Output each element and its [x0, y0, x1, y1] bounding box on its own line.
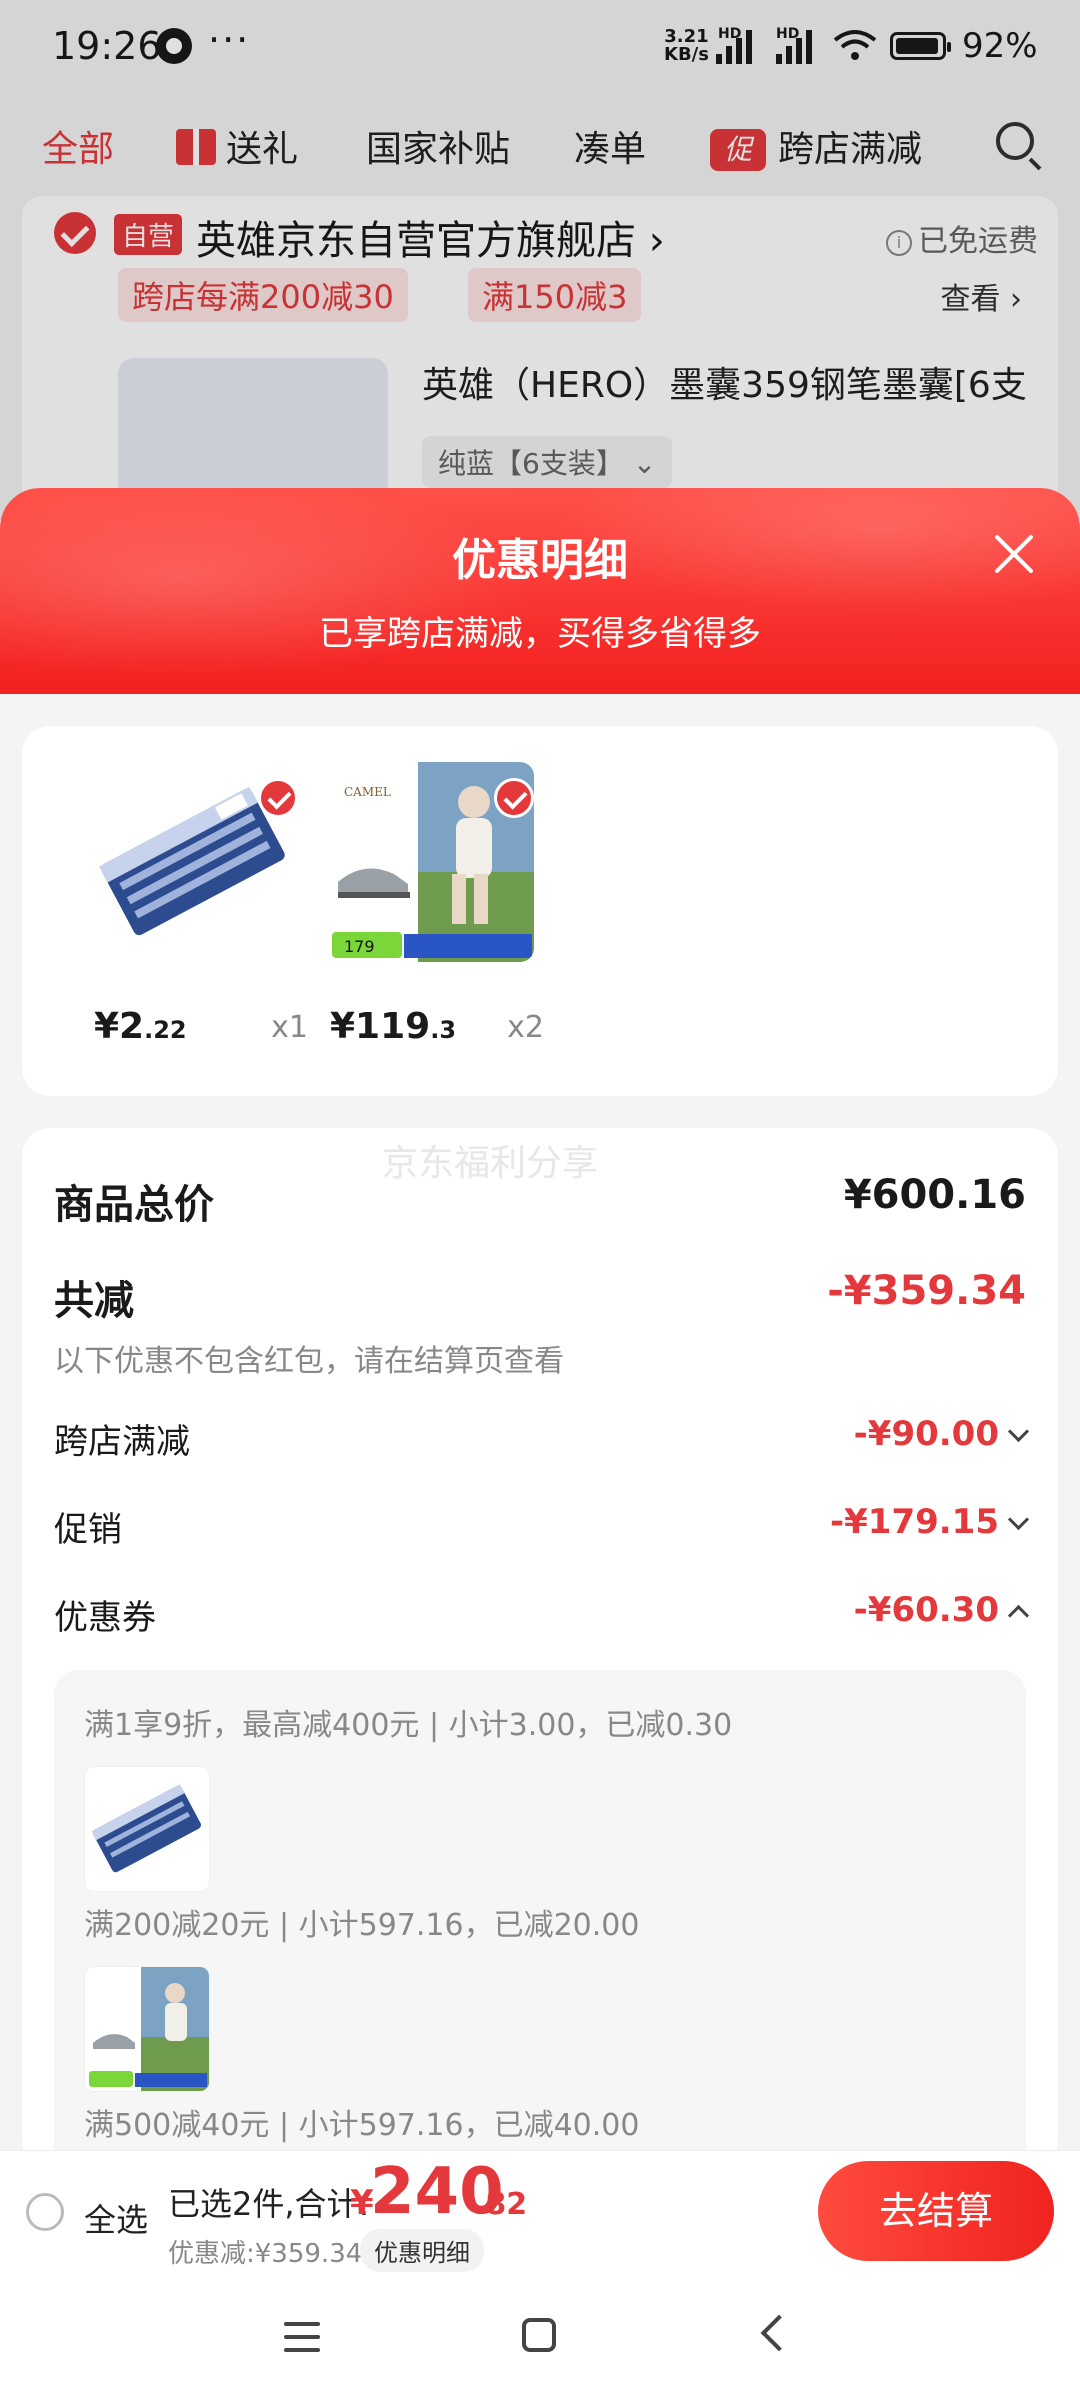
home-icon[interactable] — [522, 2318, 556, 2352]
selected-count-text: 已选2件,合计: — [168, 2185, 370, 2223]
discount-detail-button[interactable]: 优惠明细 — [360, 2229, 484, 2272]
select-all-label[interactable]: 全选 — [84, 2195, 148, 2241]
coupon-detail-box: 满1享9折，最高减400元 | 小计3.00，已减0.30 满200减20元 |… — [54, 1670, 1026, 2190]
store-name[interactable]: 英雄京东自营官方旗舰店 › — [196, 208, 665, 266]
selected-item[interactable]: ¥2.22 x1 — [88, 762, 308, 1062]
total-reduce-label: 共减 — [54, 1278, 134, 1324]
tab-cross-store[interactable]: 促跨店满减 — [710, 120, 922, 172]
app-notification-icon — [156, 28, 192, 64]
discount-amount-text: 优惠减:¥359.34 — [168, 2239, 363, 2269]
signal-icon-2 — [776, 30, 812, 64]
select-all-radio[interactable] — [26, 2193, 64, 2231]
tab-subsidy[interactable]: 国家补贴 — [366, 120, 510, 172]
item-image-brand: CAMEL — [344, 785, 391, 799]
discount-row-value: -¥90.00 — [854, 1414, 1030, 1454]
gift-icon — [176, 129, 216, 165]
info-icon[interactable]: i — [886, 230, 912, 256]
store-card: 自营 英雄京东自营官方旗舰店 › i 已免运费 跨店每满200减30 满150减3… — [22, 196, 1058, 558]
search-icon[interactable] — [996, 122, 1034, 160]
status-more-icon: ··· — [208, 18, 251, 62]
chevron-down-icon — [1007, 1508, 1030, 1531]
discount-row-value: -¥60.30 — [854, 1590, 1030, 1630]
item-price: ¥2.22 — [94, 1006, 187, 1047]
tab-gift[interactable]: 送礼 — [176, 120, 298, 172]
store-check-icon[interactable] — [54, 212, 96, 254]
chevron-down-icon — [1007, 1420, 1030, 1443]
cart-page-background: 19:26 ··· 3.21 KB/s HD HD 92% 全部 送礼 国家补贴… — [0, 0, 1080, 558]
sheet-subtitle: 已享跨店满减，买得多省得多 — [319, 614, 761, 654]
item-check-icon[interactable] — [258, 778, 298, 818]
promo-tag: 跨店每满200减30 — [118, 268, 408, 322]
discount-row-value: -¥179.15 — [830, 1502, 1030, 1542]
coupon-line: 满500减40元 | 小计597.16，已减40.00 — [84, 2108, 640, 2143]
battery-percent: 92% — [962, 26, 1038, 66]
chevron-up-icon — [1007, 1604, 1030, 1627]
view-link[interactable]: 查看 › — [940, 274, 1022, 318]
item-qty: x2 — [507, 1010, 544, 1045]
price-summary-card: 京东福利分享 商品总价 ¥600.16 共减 -¥359.34 以下优惠不包含红… — [22, 1128, 1058, 2190]
tab-all[interactable]: 全部 — [42, 120, 114, 172]
promo-badge-icon: 促 — [710, 129, 766, 171]
total-price-value: ¥600.16 — [843, 1172, 1026, 1218]
discount-note: 以下优惠不包含红包，请在结算页查看 — [54, 1344, 564, 1379]
coupon-item-thumbnail — [84, 1966, 210, 2092]
self-operated-badge: 自营 — [114, 214, 183, 255]
checkout-bar: 全选 已选2件,合计: ¥ 240 .82 优惠减:¥359.34 优惠明细 去… — [0, 2150, 1080, 2275]
discount-row-label: 促销 — [54, 1510, 122, 1550]
product-spec[interactable]: 纯蓝【6支装】 ⌄ — [422, 436, 673, 488]
tab-bundle[interactable]: 凑单 — [574, 120, 646, 172]
top-tabs: 全部 送礼 国家补贴 凑单 促跨店满减 — [0, 100, 1080, 190]
discount-row-label: 跨店满减 — [54, 1422, 190, 1462]
battery-icon — [890, 32, 951, 60]
item-price: ¥119.3 — [330, 1006, 457, 1047]
status-bar: 19:26 ··· 3.21 KB/s HD HD 92% — [0, 0, 1080, 100]
product-title[interactable]: 英雄（HERO）墨囊359钢笔墨囊[6支 — [422, 356, 1027, 408]
back-icon[interactable] — [760, 2314, 798, 2352]
network-speed: 3.21 KB/s — [664, 26, 709, 65]
total-amount-decimal: .82 — [474, 2187, 528, 2222]
signal-icon — [716, 30, 752, 64]
total-price-label: 商品总价 — [54, 1182, 214, 1228]
total-reduce-value: -¥359.34 — [827, 1268, 1026, 1314]
free-shipping: i 已免运费 — [886, 216, 1038, 260]
status-time: 19:26 — [52, 24, 162, 68]
coupon-item-thumbnail — [84, 1766, 210, 1892]
discount-sheet-header: 优惠明细 已享跨店满减，买得多省得多 — [0, 488, 1080, 694]
item-image-price: 179 — [344, 937, 375, 956]
checkout-button[interactable]: 去结算 — [818, 2161, 1054, 2261]
discount-row-label: 优惠券 — [54, 1598, 156, 1638]
promo-tag: 满150减3 — [468, 268, 642, 322]
menu-icon[interactable] — [284, 2322, 320, 2352]
system-nav-bar — [0, 2274, 1080, 2400]
coupon-line: 满200减20元 | 小计597.16，已减20.00 — [84, 1908, 640, 1943]
item-qty: x1 — [271, 1010, 308, 1045]
wifi-icon — [833, 30, 877, 60]
item-check-icon[interactable] — [494, 778, 534, 818]
selected-item[interactable]: CAMEL 179 ¥119.3 x2 — [324, 762, 544, 1062]
watermark: 京东福利分享 — [382, 1143, 599, 1184]
selected-items-card: ¥2.22 x1 CAMEL 179 ¥119.3 x2 — [22, 726, 1058, 1096]
discount-sheet-body: ¥2.22 x1 CAMEL 179 ¥119.3 x2 京东福利分享 商品总价… — [0, 694, 1080, 2190]
coupon-line: 满1享9折，最高减400元 | 小计3.00，已减0.30 — [84, 1708, 733, 1743]
sheet-title: 优惠明细 — [452, 535, 628, 586]
close-icon[interactable] — [992, 532, 1036, 576]
